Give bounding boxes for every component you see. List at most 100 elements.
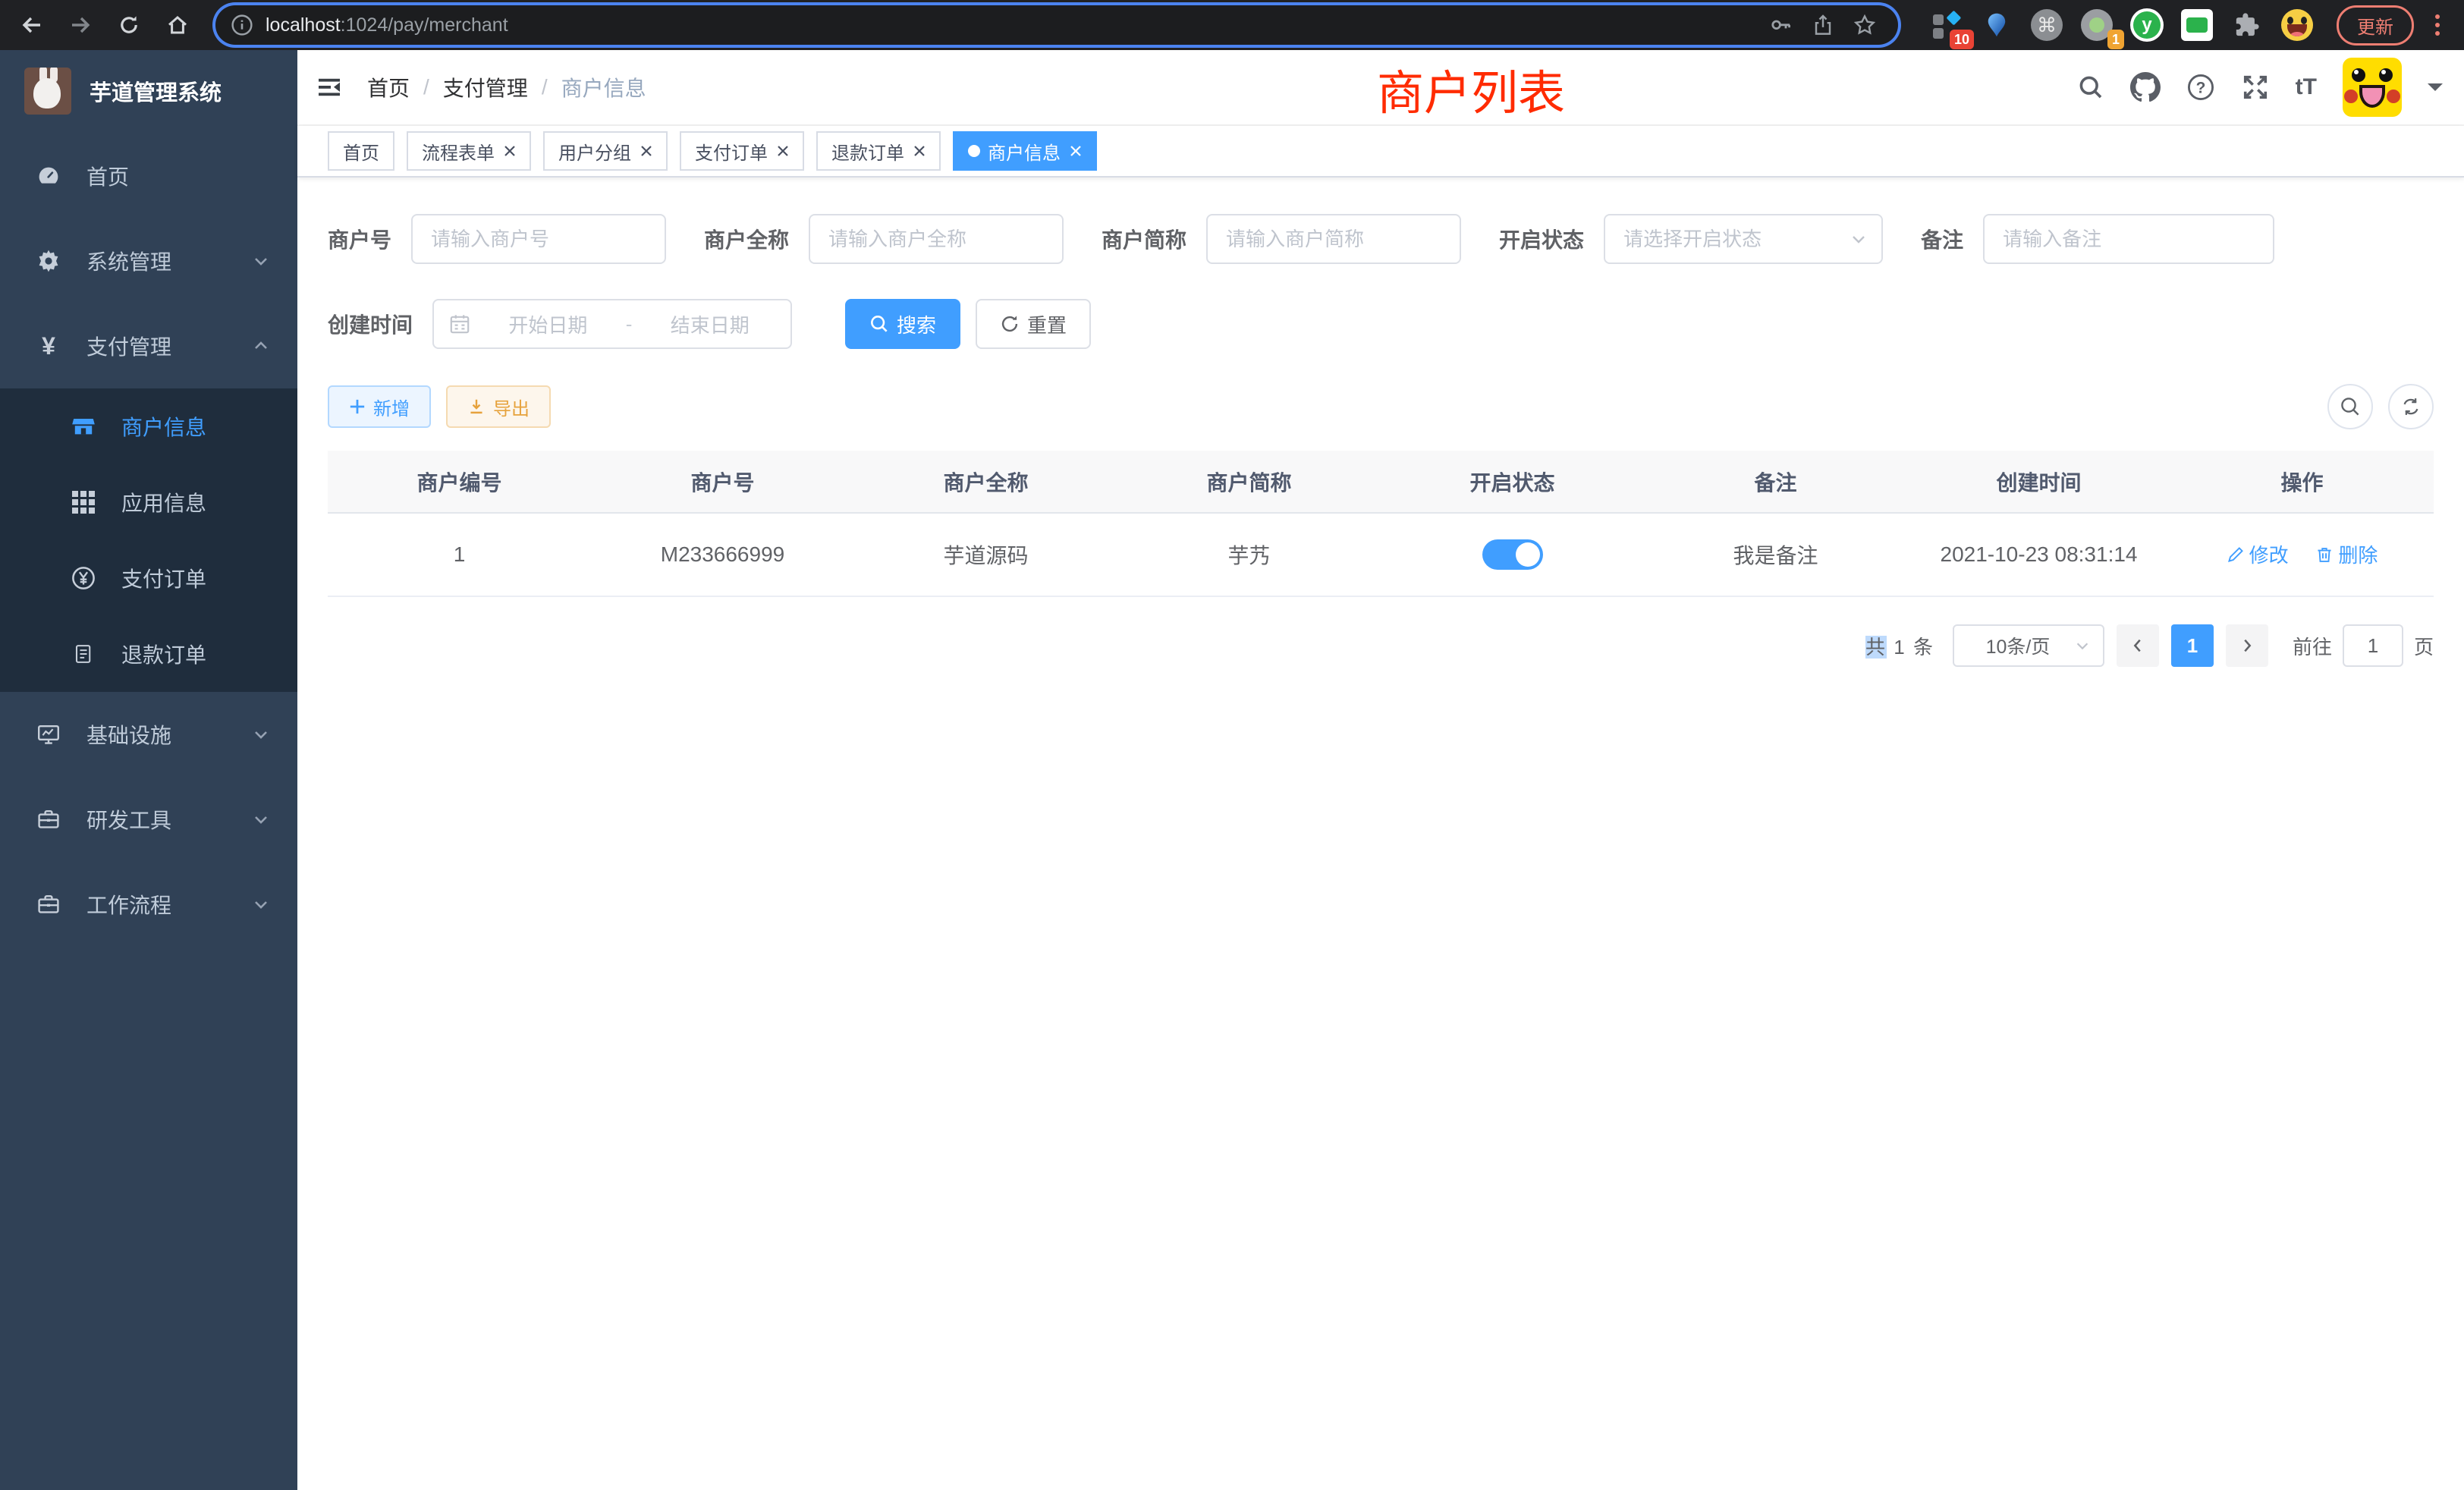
merchant-no-input[interactable] [411, 214, 666, 264]
back-icon[interactable] [9, 5, 55, 45]
sidebar-item-home[interactable]: 首页 [0, 134, 297, 218]
sidebar-logo[interactable]: 芋道管理系统 [0, 50, 297, 132]
user-avatar[interactable] [2343, 58, 2402, 117]
edit-link[interactable]: 修改 [2227, 540, 2289, 568]
next-page-button[interactable] [2226, 624, 2268, 667]
share-icon[interactable] [1812, 13, 1834, 37]
sidebar-collapse-icon[interactable] [313, 71, 346, 104]
font-size-icon[interactable]: tT [2296, 74, 2317, 100]
chevron-down-icon [252, 810, 270, 828]
sidebar-item-workflow[interactable]: 工作流程 [0, 862, 297, 947]
status-toggle[interactable] [1482, 539, 1543, 570]
sidebar-item-pay-order[interactable]: 支付订单 [0, 540, 297, 616]
extension-chat-icon[interactable] [2179, 7, 2215, 43]
cell-actions: 修改 删除 [2170, 513, 2434, 596]
extension-yudao-icon[interactable]: y [2129, 7, 2165, 43]
sidebar-item-system[interactable]: 系统管理 [0, 218, 297, 303]
close-icon[interactable] [1070, 145, 1082, 157]
main-area: 商户列表 首页 / 支付管理 / 商户信息 [297, 50, 2464, 1490]
short-name-input[interactable] [1206, 214, 1461, 264]
refresh-table-button[interactable] [2388, 384, 2434, 429]
breadcrumb-pay[interactable]: 支付管理 [443, 72, 528, 102]
extension-tabs-icon[interactable]: 10 [1928, 7, 1965, 43]
goto-page-input[interactable] [2343, 624, 2403, 667]
document-icon [67, 643, 100, 665]
sidebar-item-app[interactable]: 应用信息 [0, 464, 297, 540]
status-select[interactable] [1604, 214, 1883, 264]
github-icon[interactable] [2130, 72, 2161, 102]
avatar-caret-icon[interactable] [2428, 83, 2443, 99]
briefcase-icon [32, 892, 65, 916]
browser-update-button[interactable]: 更新 [2337, 5, 2414, 46]
fullscreen-icon[interactable] [2241, 73, 2270, 102]
close-icon[interactable] [504, 145, 516, 157]
tab-refund-order[interactable]: 退款订单 [816, 131, 941, 171]
page-number-1[interactable]: 1 [2171, 624, 2214, 667]
browser-profile-avatar[interactable] [2279, 7, 2315, 43]
breadcrumb: 首页 / 支付管理 / 商户信息 [367, 72, 646, 102]
remark-input[interactable] [1983, 214, 2274, 264]
forward-icon[interactable] [58, 5, 103, 45]
export-button[interactable]: 导出 [446, 385, 551, 428]
create-time-range-picker[interactable]: 开始日期 - 结束日期 [432, 299, 792, 349]
close-icon[interactable] [640, 145, 652, 157]
cell-short-name: 芋艿 [1117, 513, 1381, 596]
tab-pay-order[interactable]: 支付订单 [680, 131, 804, 171]
header-search-icon[interactable] [2077, 74, 2104, 101]
delete-link[interactable]: 删除 [2315, 540, 2378, 568]
extension-pin-icon[interactable] [1978, 7, 2015, 43]
add-button[interactable]: 新增 [328, 385, 431, 428]
reset-button[interactable]: 重置 [976, 299, 1091, 349]
url-text[interactable]: localhost:1024/pay/merchant [266, 14, 1769, 36]
prev-page-button[interactable] [2117, 624, 2159, 667]
hide-search-icon-button[interactable] [2327, 384, 2373, 429]
browser-menu-icon[interactable] [2426, 14, 2449, 36]
full-name-input[interactable] [809, 214, 1064, 264]
cell-merchant-id: 1 [328, 513, 591, 596]
sidebar-item-refund-order[interactable]: 退款订单 [0, 616, 297, 692]
merchant-table: 商户编号 商户号 商户全称 商户简称 开启状态 备注 创建时间 操作 1 [328, 451, 2434, 597]
goto-label: 前往 [2293, 632, 2332, 660]
sidebar-item-label: 应用信息 [121, 487, 206, 517]
cell-full-name: 芋道源码 [854, 513, 1117, 596]
breadcrumb-home[interactable]: 首页 [367, 72, 410, 102]
merchant-no-label: 商户号 [328, 224, 391, 254]
tab-process-form[interactable]: 流程表单 [407, 131, 531, 171]
tab-merchant-info[interactable]: 商户信息 [953, 131, 1097, 171]
sidebar-item-label: 研发工具 [86, 804, 171, 835]
breadcrumb-current: 商户信息 [561, 72, 646, 102]
chevron-down-icon [252, 895, 270, 913]
tab-home[interactable]: 首页 [328, 131, 394, 171]
sidebar: 芋道管理系统 首页 系统管理 [0, 50, 297, 1490]
reload-icon[interactable] [106, 5, 152, 45]
sidebar-item-dev-tools[interactable]: 研发工具 [0, 777, 297, 862]
col-create-time: 创建时间 [1907, 451, 2170, 513]
sidebar-item-infra[interactable]: 基础设施 [0, 692, 297, 777]
status-label: 开启状态 [1499, 224, 1584, 254]
chevron-up-icon [252, 337, 270, 355]
app-title: 芋道管理系统 [90, 75, 222, 107]
sidebar-item-label: 基础设施 [86, 719, 171, 750]
extensions-puzzle-icon[interactable] [2229, 7, 2265, 43]
sidebar-item-pay[interactable]: ¥ 支付管理 [0, 303, 297, 388]
extension-command-icon[interactable]: ⌘ [2029, 7, 2065, 43]
page-size-select[interactable]: 10条/页 [1953, 624, 2104, 667]
close-icon[interactable] [913, 145, 926, 157]
password-key-icon[interactable] [1769, 13, 1793, 37]
dashboard-icon [32, 164, 65, 188]
col-merchant-id: 商户编号 [328, 451, 591, 513]
table-toolbar: 新增 导出 [328, 384, 2434, 429]
extension-recorder-icon[interactable]: 1 [2079, 7, 2115, 43]
home-icon[interactable] [155, 5, 200, 45]
search-button[interactable]: 搜索 [845, 299, 960, 349]
sidebar-item-merchant[interactable]: 商户信息 [0, 388, 297, 464]
extension-badge: 10 [1950, 30, 1974, 49]
url-bar[interactable]: localhost:1024/pay/merchant [215, 5, 1898, 45]
site-info-icon[interactable] [231, 14, 253, 36]
sidebar-item-label: 商户信息 [121, 411, 206, 442]
tab-user-group[interactable]: 用户分组 [543, 131, 668, 171]
help-icon[interactable]: ? [2186, 73, 2215, 102]
bookmark-star-icon[interactable] [1853, 13, 1877, 37]
cell-status [1381, 513, 1644, 596]
close-icon[interactable] [777, 145, 789, 157]
